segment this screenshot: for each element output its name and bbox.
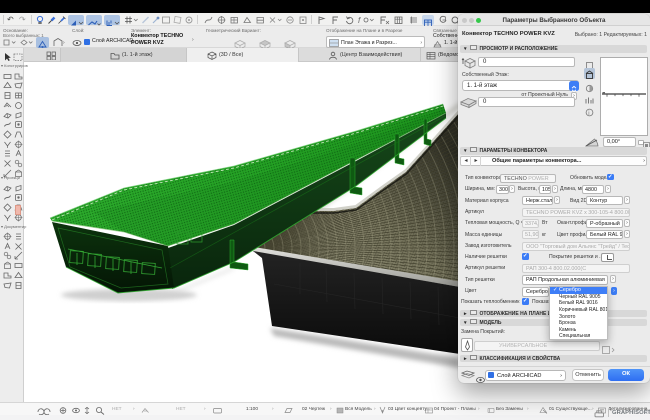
svg-text:f: f	[358, 16, 361, 25]
svg-text:i: i	[588, 111, 589, 117]
